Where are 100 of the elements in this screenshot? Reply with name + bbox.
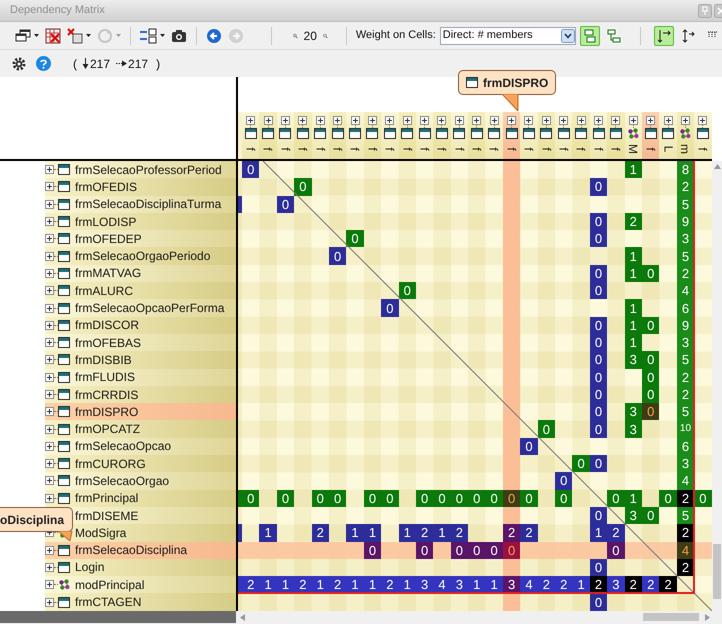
dependency-count[interactable]: 5 [676, 247, 694, 265]
tree-row[interactable]: frmSelecaoProfessorPeriod [45, 161, 236, 178]
dependency-count[interactable]: 3 [676, 455, 694, 472]
dependency-count[interactable]: 0 [450, 490, 468, 507]
dependency-count[interactable]: 0 [555, 472, 572, 490]
dependency-count[interactable]: 2 [659, 576, 677, 594]
expand-icon[interactable] [45, 338, 54, 348]
dependency-count[interactable]: 0 [590, 403, 608, 420]
tree-row[interactable]: frmMATVAG [45, 264, 236, 282]
column-header[interactable]: f [259, 112, 277, 159]
expand-icon[interactable] [45, 304, 54, 313]
expand-icon[interactable] [385, 116, 394, 125]
dependency-count[interactable]: 0 [520, 490, 538, 507]
dependency-count[interactable]: 0 [694, 490, 712, 507]
dependency-count[interactable]: 3 [624, 351, 642, 369]
column-header[interactable]: f [312, 112, 329, 159]
expand-icon[interactable] [576, 116, 586, 125]
dependency-count[interactable]: 2 [555, 576, 572, 594]
column-header[interactable]: f [520, 112, 538, 159]
expand-icon[interactable] [698, 116, 708, 125]
expand-icon[interactable] [45, 217, 54, 226]
toggle-button[interactable] [654, 26, 674, 46]
dependency-count[interactable]: 2 [676, 524, 694, 542]
dependency-count[interactable]: 1 [398, 524, 416, 542]
expand-icon[interactable] [664, 116, 673, 125]
dependency-count[interactable]: 0 [590, 230, 608, 248]
tree-row[interactable]: ModSigra [45, 524, 236, 542]
tree-row[interactable]: frmCTAGEN [45, 593, 236, 611]
dependency-count[interactable]: 2 [676, 178, 694, 196]
dependency-count[interactable]: 2 [294, 576, 312, 594]
expand-icon[interactable] [45, 355, 54, 364]
dependency-count[interactable]: 1 [624, 161, 642, 178]
expand-icon[interactable] [628, 116, 638, 125]
dependency-count[interactable]: 4 [433, 576, 451, 594]
dependency-count[interactable]: 0 [607, 542, 625, 559]
expand-icon[interactable] [45, 252, 54, 261]
tree-row[interactable]: frmSelecaoOpcao [45, 438, 236, 456]
expand-icon[interactable] [454, 116, 464, 125]
dependency-count[interactable]: 0 [590, 558, 608, 576]
dependency-count[interactable]: 0 [346, 230, 364, 248]
dependency-count[interactable]: 1 [364, 524, 382, 542]
tree-row[interactable]: frmOFEDIS [45, 178, 236, 196]
column-header[interactable]: f [468, 112, 486, 159]
dependency-count[interactable]: 4 [520, 576, 538, 594]
dependency-count[interactable]: 0 [642, 316, 660, 334]
column-header[interactable]: f [242, 112, 260, 159]
dependency-count[interactable]: 0 [450, 542, 468, 559]
dependency-count[interactable]: 0 [364, 542, 382, 559]
dependency-count[interactable]: 0 [590, 455, 608, 472]
expand-icon[interactable] [45, 476, 54, 486]
dependency-count[interactable]: 0 [590, 264, 608, 282]
dependency-count[interactable]: 0 [276, 490, 294, 507]
expand-icon[interactable] [45, 234, 54, 244]
tree-row[interactable]: frmCRRDIS [45, 386, 236, 404]
tree-row[interactable]: frmALURC [45, 282, 236, 300]
column-header[interactable]: f [328, 112, 346, 159]
dependency-count[interactable]: 0 [242, 161, 260, 178]
dependency-count[interactable]: 2 [520, 524, 538, 542]
expand-icon[interactable] [45, 390, 54, 399]
dependency-count[interactable]: 2 [381, 576, 399, 594]
expand-icon[interactable] [611, 116, 620, 125]
dependency-count[interactable]: 3 [624, 403, 642, 420]
dependency-count[interactable]: 3 [624, 506, 642, 524]
dependency-count[interactable]: 3 [676, 230, 694, 248]
expand-icon[interactable] [45, 424, 54, 434]
expand-icon[interactable] [507, 116, 516, 125]
dependency-count[interactable]: 0 [468, 490, 486, 507]
toggle-button[interactable] [580, 26, 600, 46]
expand-icon[interactable] [45, 580, 54, 590]
expand-icon[interactable] [45, 320, 54, 330]
dependency-count[interactable]: 3 [607, 576, 625, 594]
tree-row[interactable]: frmOFEDEP [45, 230, 236, 248]
dependency-count[interactable]: 0 [555, 490, 572, 507]
expand-icon[interactable] [420, 116, 430, 125]
column-header[interactable]: M [624, 112, 642, 159]
dependency-count[interactable]: 0 [590, 386, 608, 404]
column-header[interactable]: f [555, 112, 572, 159]
dependency-count[interactable]: 1 [624, 490, 642, 507]
tree-row[interactable]: frmSelecaoOrgao [45, 472, 236, 490]
expand-icon[interactable] [45, 562, 54, 572]
dependency-count[interactable]: 10 [676, 420, 694, 438]
column-header[interactable]: f [572, 112, 590, 159]
dependency-count[interactable]: 0 [590, 368, 608, 386]
dependency-count[interactable]: 1 [259, 524, 277, 542]
vertical-scrollbar[interactable] [712, 161, 722, 611]
weight-dropdown[interactable]: Direct: # members [440, 26, 576, 44]
column-header[interactable]: L [659, 112, 677, 159]
dependency-count[interactable]: 1 [624, 334, 642, 352]
dependency-count[interactable]: 0 [572, 455, 590, 472]
column-header[interactable]: f [364, 112, 382, 159]
tree-row[interactable]: frmSelecaoDisciplina [45, 542, 236, 559]
dependency-count[interactable]: 1 [259, 576, 277, 594]
dependency-count[interactable]: 0 [642, 506, 660, 524]
dependency-count[interactable]: 8 [676, 161, 694, 178]
tree-row[interactable]: frmDISPRO [45, 403, 236, 420]
tree-row[interactable]: Login [45, 558, 236, 576]
expand-icon[interactable] [45, 442, 54, 451]
dependency-count[interactable]: 0 [590, 282, 608, 300]
dependency-count[interactable]: 0 [642, 264, 660, 282]
dependency-count[interactable]: 0 [590, 334, 608, 352]
